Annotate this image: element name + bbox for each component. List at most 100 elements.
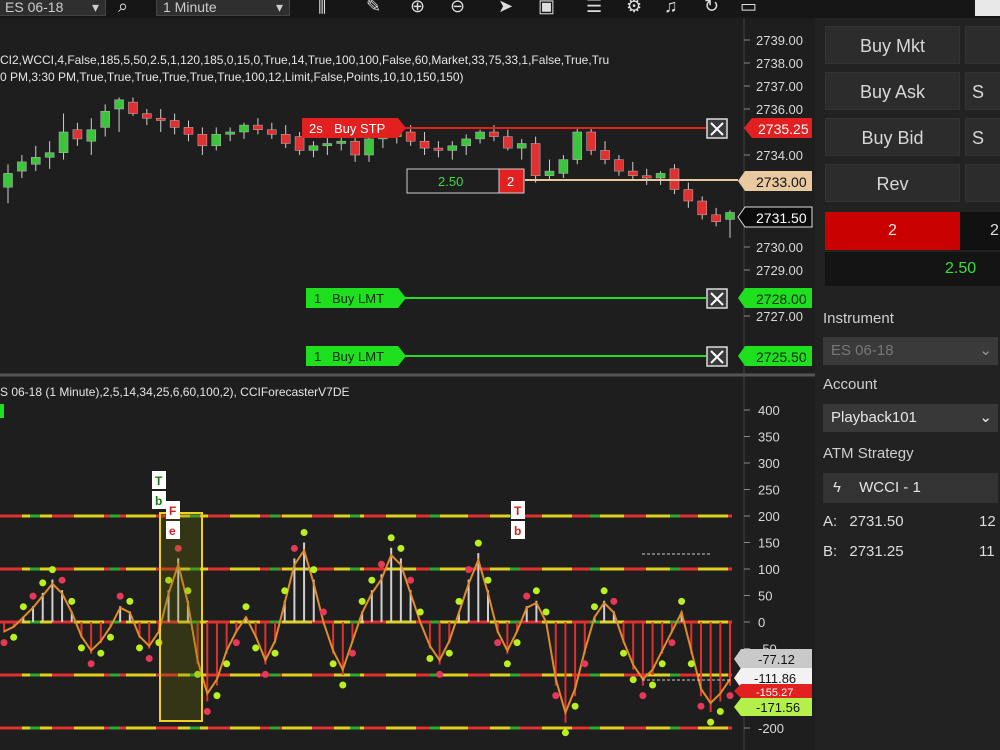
- last-price: 2731.50: [756, 210, 807, 226]
- bar-type-icon[interactable]: ⫼: [318, 0, 326, 16]
- buy-bid-button[interactable]: Buy Bid: [825, 118, 960, 156]
- cci-dot: [290, 544, 298, 552]
- price-tick-label: 2739.00: [756, 33, 803, 48]
- indicators-icon[interactable]: ♫: [664, 0, 678, 16]
- reload-icon[interactable]: ↻: [704, 0, 719, 16]
- cci-dot: [261, 670, 269, 678]
- timeframe-selector-label: 1 Minute: [163, 0, 217, 15]
- sell-bid-button[interactable]: S: [965, 118, 1000, 156]
- buy-market-button[interactable]: Buy Mkt: [825, 26, 960, 64]
- cci-legend-swatch: [0, 404, 4, 418]
- cci-dot: [474, 539, 482, 547]
- cci-dot: [571, 702, 579, 710]
- lightning-icon: ϟ: [833, 479, 841, 496]
- price-tick-label: 2729.00: [756, 263, 803, 278]
- cci-flag-value-3: -155.27: [756, 687, 793, 699]
- cci-flag-value-1: -77.12: [758, 652, 795, 667]
- cci-dot: [319, 608, 327, 616]
- zoom-out-icon[interactable]: ⊖: [450, 0, 465, 16]
- candle-body: [628, 170, 638, 176]
- cci-dot: [300, 529, 308, 536]
- reverse-button[interactable]: Rev: [825, 164, 960, 202]
- pencil-icon[interactable]: ✎: [366, 0, 381, 16]
- candle-body: [614, 159, 624, 172]
- candle-body: [183, 127, 194, 135]
- cci-dot: [436, 670, 444, 678]
- cci-dot: [281, 587, 289, 595]
- cci-dot: [649, 681, 657, 689]
- timeframe-selector[interactable]: 1 Minute ▾: [156, 0, 290, 16]
- position-qty-display[interactable]: 2: [825, 212, 960, 250]
- cursor-icon[interactable]: ➤: [498, 0, 513, 16]
- cci-tick-label: 150: [758, 536, 780, 551]
- candle-body: [697, 200, 707, 216]
- buy-stop-qty: 2s: [309, 121, 323, 136]
- candle-body: [683, 189, 694, 202]
- window-control[interactable]: [975, 0, 1000, 16]
- buy-limit-label-2: Buy LMT: [332, 349, 384, 364]
- cci-dot: [687, 660, 695, 668]
- sell-market-button[interactable]: [965, 26, 1000, 64]
- bid-price: 2731.25: [849, 543, 904, 560]
- sell-ask-button[interactable]: S: [965, 72, 1000, 110]
- candle-body: [58, 131, 69, 153]
- candle-body: [169, 120, 180, 128]
- cci-dot: [707, 718, 715, 726]
- instrument-selector[interactable]: ES 06-18 ▾: [0, 0, 106, 16]
- signal-marker-b: b: [155, 494, 162, 508]
- cci-dot: [629, 676, 637, 684]
- signal-marker-f: F: [169, 504, 176, 518]
- cci-dot: [136, 644, 144, 652]
- candle-body: [419, 140, 430, 149]
- candle-body: [72, 129, 83, 140]
- cci-dot: [639, 692, 647, 700]
- instrument-field-value: ES 06-18: [831, 342, 894, 359]
- atm-strategy-select[interactable]: ϟ WCCI - 1: [823, 473, 998, 503]
- account-select[interactable]: Playback101 ⌄: [823, 404, 998, 432]
- close-position-button[interactable]: [965, 164, 1000, 202]
- buy-limit-qty-2: 1: [314, 349, 321, 364]
- cci-dot: [19, 603, 27, 611]
- chevron-down-icon: ▾: [275, 0, 283, 15]
- indicator-params-line2: 0 PM,3:30 PM,True,True,True,True,True,Tr…: [0, 70, 464, 84]
- cci-dot: [39, 579, 47, 587]
- candle-body: [461, 138, 471, 147]
- cci-dot: [77, 644, 85, 652]
- cci-dot: [29, 592, 37, 600]
- cci-dot: [58, 576, 66, 584]
- position-price: 2733.00: [756, 174, 807, 190]
- zoom-in-icon[interactable]: ⊕: [410, 0, 425, 16]
- candle-body: [128, 101, 138, 114]
- candle-body: [350, 140, 360, 156]
- cci-dot: [232, 639, 240, 647]
- strategies-icon[interactable]: ⚙: [626, 0, 642, 16]
- window-icon[interactable]: ▭: [740, 0, 757, 16]
- candle-body: [572, 131, 583, 160]
- candle-body: [336, 140, 346, 144]
- chart-trader-panel: Buy Mkt Buy Ask S Buy Bid S Rev 2 2 2.50…: [815, 18, 1000, 750]
- cci-dot: [271, 649, 279, 657]
- buy-limit-label-1: Buy LMT: [332, 291, 384, 306]
- instrument-field[interactable]: ES 06-18 ⌄: [823, 337, 998, 365]
- indicator-params-line1: CI2,WCCI,4,False,185,5,50,2.5,1,120,185,…: [0, 53, 609, 67]
- cci-indicator-label: S 06-18 (1 Minute),2,5,14,34,25,6,60,100…: [0, 385, 350, 399]
- snapshot-icon[interactable]: ▣: [538, 0, 555, 16]
- buy-ask-button[interactable]: Buy Ask: [825, 72, 960, 110]
- cci-dot: [97, 649, 105, 657]
- cci-dot: [678, 597, 686, 605]
- cci-dot: [397, 544, 405, 552]
- cci-dot: [716, 708, 724, 715]
- instrument-label: Instrument: [823, 310, 894, 327]
- bid-size: 11: [979, 543, 995, 560]
- chart-canvas[interactable]: 2739.00 2738.00 2737.00 2736.00 2734.00 2730.…: [0, 18, 815, 750]
- ask-row: A: 2731.50 12: [823, 513, 1000, 530]
- cci-dot: [668, 639, 676, 647]
- search-icon[interactable]: ⌕: [118, 0, 128, 16]
- cci-flag-value-2: -111.86: [754, 671, 796, 686]
- bid-row: B: 2731.25 11: [823, 543, 1000, 560]
- atm-strategy-label: ATM Strategy: [823, 445, 914, 462]
- candle-body: [239, 124, 249, 133]
- cci-dot: [407, 576, 415, 584]
- properties-icon[interactable]: ☰: [586, 0, 602, 16]
- cci-dot: [223, 660, 231, 668]
